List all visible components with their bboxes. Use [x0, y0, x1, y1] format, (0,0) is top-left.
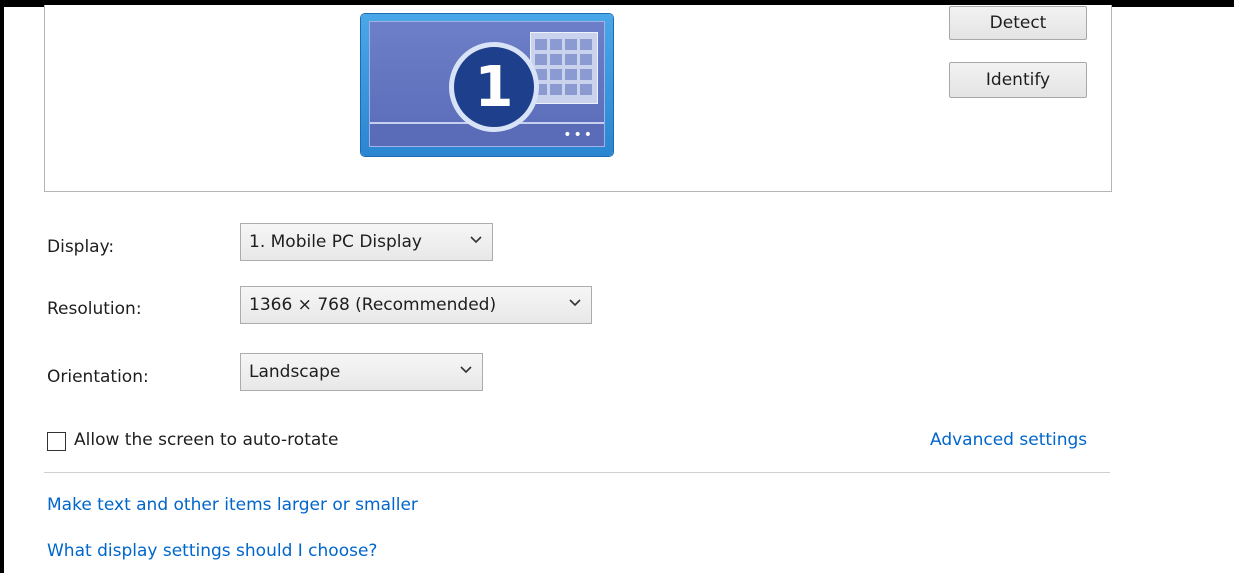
display-label: Display: — [47, 237, 115, 257]
text-size-link[interactable]: Make text and other items larger or smal… — [47, 495, 418, 515]
display-help-link[interactable]: What display settings should I choose? — [47, 541, 377, 561]
orientation-label: Orientation: — [47, 367, 149, 387]
app-grid-icon — [530, 32, 598, 104]
detect-button[interactable]: Detect — [949, 6, 1087, 40]
chevron-down-icon — [470, 236, 482, 244]
display-select-value: 1. Mobile PC Display — [249, 232, 422, 252]
chevron-down-icon — [569, 299, 581, 307]
resolution-select-value: 1366 × 768 (Recommended) — [249, 295, 497, 315]
identify-button[interactable]: Identify — [949, 62, 1087, 98]
chevron-down-icon — [460, 366, 472, 374]
monitor-number-badge: 1 — [449, 42, 539, 132]
advanced-settings-link[interactable]: Advanced settings — [930, 430, 1087, 450]
auto-rotate-label[interactable]: Allow the screen to auto-rotate — [74, 430, 338, 450]
window-left-edge — [0, 0, 4, 573]
auto-rotate-checkbox[interactable] — [47, 432, 66, 451]
orientation-select-value: Landscape — [249, 362, 341, 382]
orientation-select[interactable]: Landscape — [240, 353, 483, 391]
resolution-label: Resolution: — [47, 299, 142, 319]
display-select[interactable]: 1. Mobile PC Display — [240, 223, 493, 261]
resolution-select[interactable]: 1366 × 768 (Recommended) — [240, 286, 592, 324]
section-divider — [44, 472, 1110, 473]
monitor-1-thumbnail[interactable]: ••• 1 — [361, 14, 613, 156]
more-dots-icon: ••• — [563, 127, 594, 143]
